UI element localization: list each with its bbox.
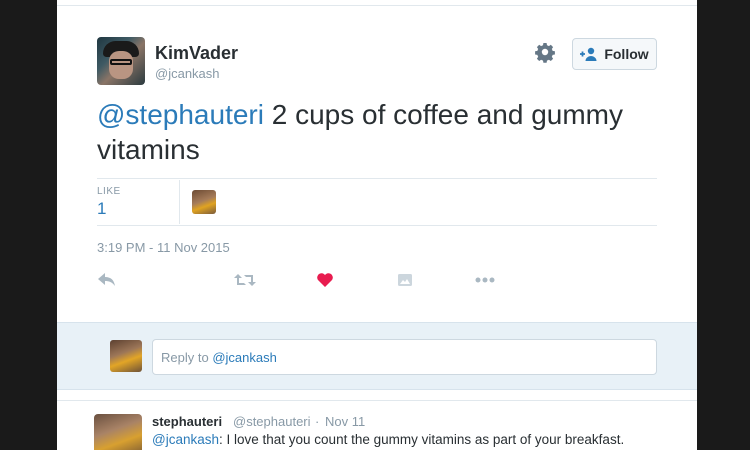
follow-label: Follow <box>604 46 649 62</box>
divider <box>97 225 657 226</box>
heart-icon[interactable] <box>313 268 337 292</box>
author-name[interactable]: KimVader <box>155 43 238 64</box>
author-avatar[interactable] <box>97 37 145 85</box>
reply-author-avatar[interactable] <box>94 414 142 450</box>
reply-text: @jcankash: I love that you count the gum… <box>152 432 624 447</box>
gear-icon[interactable] <box>533 40 557 64</box>
divider <box>97 178 657 179</box>
mention-link[interactable]: @stephauteri <box>97 99 264 130</box>
divider <box>179 180 180 224</box>
reply-author-handle[interactable]: @stephauteri <box>233 414 311 429</box>
reply-prefix: Reply to <box>161 350 213 365</box>
tweet-timestamp: 3:19 PM - 11 Nov 2015 <box>97 240 230 255</box>
tweet-text: @stephauteri 2 cups of coffee and gummy … <box>97 97 667 167</box>
more-icon[interactable] <box>473 268 497 292</box>
reply-mention: @jcankash <box>212 350 277 365</box>
reply-composer: Reply to @jcankash <box>57 322 697 390</box>
reply-icon[interactable] <box>95 268 119 292</box>
reply-date[interactable]: Nov 11 <box>325 414 365 429</box>
image-icon[interactable] <box>393 268 417 292</box>
add-user-icon <box>580 47 597 61</box>
retweet-icon[interactable] <box>233 268 257 292</box>
current-user-avatar[interactable] <box>110 340 142 372</box>
reply-input[interactable]: Reply to @jcankash <box>152 339 657 375</box>
separator: · <box>315 414 320 429</box>
reply-author-name[interactable]: stephauteri <box>152 414 222 429</box>
follow-button[interactable]: Follow <box>572 38 657 70</box>
divider <box>57 5 697 6</box>
like-count[interactable]: 1 <box>97 199 106 219</box>
reply-tweet[interactable]: stephauteri @stephauteri · Nov 11 @jcank… <box>57 400 697 450</box>
tweet-actions <box>97 268 497 292</box>
mention-link[interactable]: @jcankash <box>152 432 219 447</box>
tweet-card: KimVader @jcankash Follow @stephauteri 2… <box>57 0 697 450</box>
liker-avatar[interactable] <box>192 190 216 214</box>
author-handle[interactable]: @jcankash <box>155 66 220 81</box>
reply-body: : I love that you count the gummy vitami… <box>219 432 625 447</box>
like-label: LIKE <box>97 186 121 197</box>
